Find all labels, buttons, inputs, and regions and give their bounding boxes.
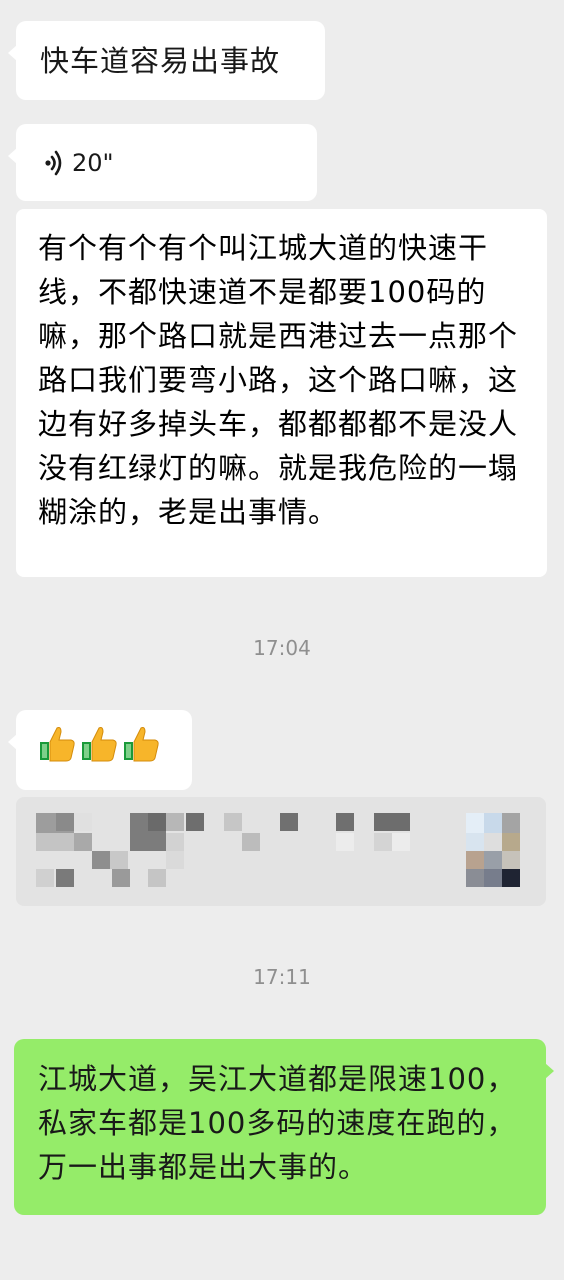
mosaic-block xyxy=(92,851,110,869)
mosaic-block xyxy=(336,833,354,851)
timestamp: 17:04 xyxy=(253,636,311,660)
mosaic-block xyxy=(166,833,184,851)
mosaic-block xyxy=(56,869,74,887)
mosaic-block xyxy=(36,869,54,887)
mosaic-block xyxy=(336,813,354,831)
mosaic-block xyxy=(186,813,204,831)
mosaic-block xyxy=(484,851,502,869)
mosaic-block xyxy=(466,869,484,887)
mosaic-block xyxy=(466,851,484,869)
voice-duration: 20" xyxy=(72,149,114,177)
mosaic-block xyxy=(502,813,520,833)
mosaic-block xyxy=(56,813,74,831)
mosaic-block xyxy=(502,851,520,869)
mosaic-block xyxy=(148,813,166,831)
message-text: 江城大道，吴江大道都是限速100，私家车都是100多码的速度在跑的，万一出事都是… xyxy=(38,1062,517,1184)
message-bubble-incoming[interactable]: 快车道容易出事故 xyxy=(8,21,325,100)
mosaic-block xyxy=(74,833,92,851)
timestamp: 17:11 xyxy=(253,965,311,989)
thumbs-up-icon xyxy=(82,727,117,762)
mosaic-block xyxy=(280,813,298,831)
mosaic-block xyxy=(36,833,74,851)
transcript-text: 有个有个有个叫江城大道的快速干线，不都快速道不是都要100码的嘛，那个路口就是西… xyxy=(38,231,519,529)
link-card-pixelated[interactable] xyxy=(16,797,546,906)
mosaic-block xyxy=(484,813,502,833)
mosaic-block xyxy=(166,851,184,869)
mosaic-block xyxy=(502,833,520,851)
mosaic-block xyxy=(502,869,520,887)
voice-message-bubble[interactable]: 20" xyxy=(8,124,317,201)
mosaic-block xyxy=(374,813,410,831)
mosaic-block xyxy=(110,851,128,869)
voice-wave-icon xyxy=(45,150,62,176)
mosaic-block xyxy=(242,833,260,851)
thumbs-up-icon xyxy=(40,727,75,762)
mosaic-block xyxy=(466,813,484,833)
mosaic-block xyxy=(148,869,166,887)
thumbs-up-icon xyxy=(124,727,159,762)
message-bubble-outgoing[interactable]: 江城大道，吴江大道都是限速100，私家车都是100多码的速度在跑的，万一出事都是… xyxy=(14,1039,554,1215)
message-text: 快车道容易出事故 xyxy=(40,44,281,78)
mosaic-block xyxy=(74,813,92,831)
mosaic-block xyxy=(112,869,130,887)
mosaic-block xyxy=(484,869,502,887)
mosaic-block xyxy=(466,833,484,851)
mosaic-block xyxy=(374,833,392,851)
emoji-message-bubble[interactable] xyxy=(8,710,192,790)
mosaic-block xyxy=(224,813,242,831)
mosaic-block xyxy=(166,813,184,831)
mosaic-block xyxy=(392,833,410,851)
voice-transcript: 有个有个有个叫江城大道的快速干线，不都快速道不是都要100码的嘛，那个路口就是西… xyxy=(16,209,547,577)
mosaic-block xyxy=(484,833,502,851)
